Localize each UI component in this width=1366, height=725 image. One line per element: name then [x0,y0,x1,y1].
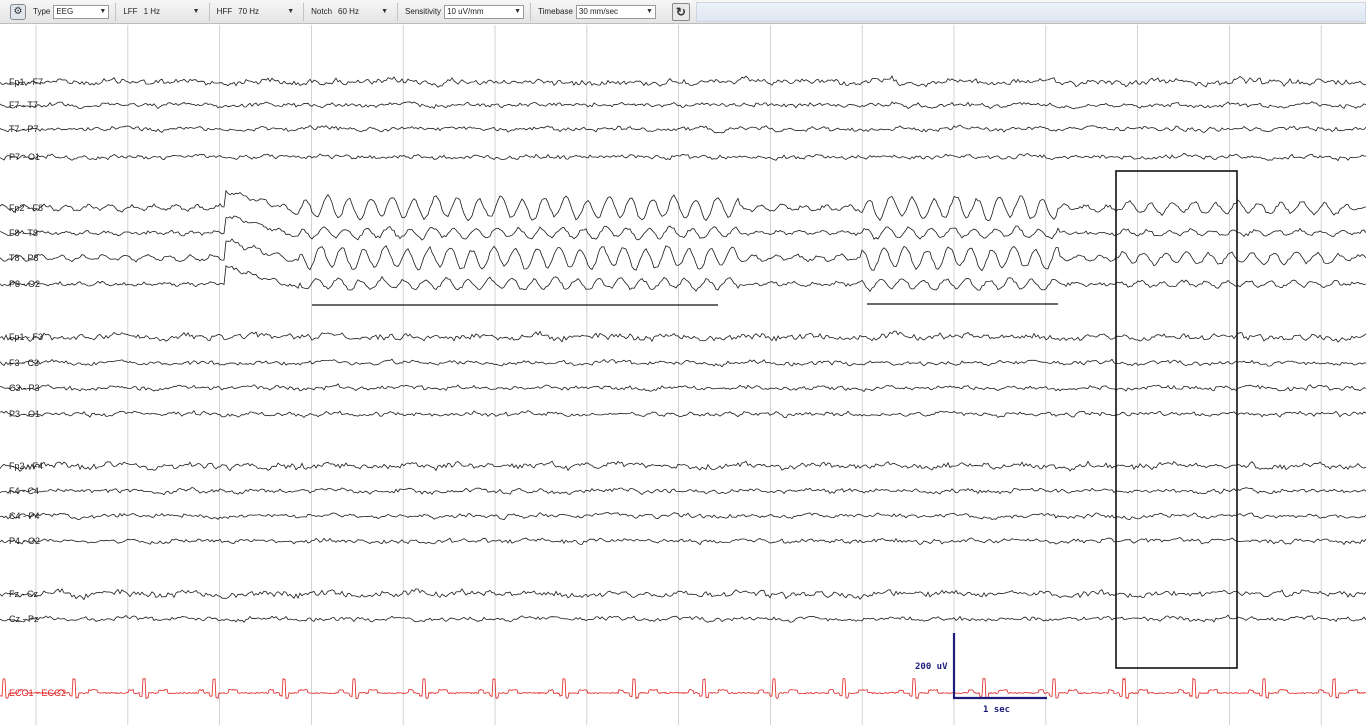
channel-waveform [0,124,1366,134]
type-select[interactable]: EEG ▼ [53,4,110,19]
channel-label: Fz - Cz [9,589,38,599]
notch-label: Notch [311,7,333,16]
channel-label: P7 - O1 [9,152,40,162]
channel-waveform [0,677,1366,700]
calibration-amplitude-label: 200 uV [915,662,948,672]
chevron-down-icon: ▼ [192,8,200,15]
lff-group: LFF 1 Hz ▼ [120,2,210,21]
channel-label: C3 - P3 [9,383,40,393]
channel-label: P4 - O2 [9,536,40,546]
channel-waveform [0,460,1366,472]
notch-group: Notch 60 Hz ▼ [308,2,399,21]
channel-label: F3 - C3 [9,358,39,368]
channel-label: P3 - O1 [9,409,40,419]
channel-waveform [0,238,1366,272]
eeg-trace-panel[interactable]: Fp1 - F7 F7 - T7 T7 - P7 P7 - O1 Fp2 - F8 F8 … [0,25,1366,725]
chevron-down-icon: ▼ [99,8,107,15]
notch-value: 60 Hz [338,7,359,16]
channel-waveform [0,537,1366,546]
channel-label: T8 - P8 [9,253,39,263]
lff-value: 1 Hz [143,7,161,16]
channel-waveform [0,383,1366,392]
channel-label: F7 - T7 [9,100,38,110]
sensitivity-label: Sensitivity [405,7,442,16]
channel-label: F8 - T8 [9,228,38,238]
chevron-down-icon: ▼ [287,8,295,15]
waveforms [0,75,1366,700]
channel-waveform [0,330,1366,343]
chevron-down-icon: ▼ [514,8,522,15]
calibration-time-label: 1 sec [983,705,1010,715]
type-label: Type [33,7,51,16]
sensitivity-value: 10 uV/mm [447,7,484,16]
timebase-select[interactable]: 30 mm/sec ▼ [575,4,656,19]
channel-waveform [0,358,1366,368]
channel-label: Fp1 - F3 [9,332,43,342]
channel-label: P8 - O2 [9,279,40,289]
channel-waveform [0,265,1366,293]
channel-waveform [0,511,1366,521]
channel-waveform [0,588,1366,601]
channel-waveform [0,75,1366,88]
hff-value: 70 Hz [238,7,260,16]
sensitivity-select[interactable]: 10 uV/mm ▼ [444,4,525,19]
channel-waveform [0,614,1366,623]
chevron-down-icon: ▼ [645,8,653,15]
lff-select[interactable]: 1 Hz ▼ [141,5,203,19]
channel-waveform [0,101,1366,110]
lff-label: LFF [123,7,138,16]
type-group: Type EEG ▼ [30,2,117,21]
channel-label: F4 - C4 [9,486,39,496]
hff-label: HFF [216,7,233,16]
channel-label: Fp1 - F7 [9,77,43,87]
channel-waveform [0,215,1366,241]
channel-label: T7 - P7 [9,124,39,134]
chevron-down-icon: ▼ [381,8,389,15]
channel-label: Cz - Pz [9,614,39,624]
channel-label: Fp2 - F8 [9,203,43,213]
channel-label: C4 - P4 [9,511,40,521]
timebase-label: Timebase [538,7,573,16]
toolbar-filler [695,1,1366,22]
sensitivity-group: Sensitivity 10 uV/mm ▼ [402,2,532,21]
timebase-group: Timebase 30 mm/sec ▼ [535,3,662,21]
calibration-marker: 200 uV 1 sec [915,633,1047,715]
channel-label: Fp2 - F4 [9,461,43,471]
toolbar: ⚙ Type EEG ▼ LFF 1 Hz ▼ HFF 70 Hz ▼ Notc… [0,0,1366,24]
channel-waveform [0,189,1366,222]
timebase-value: 30 mm/sec [578,7,619,16]
notch-select[interactable]: 60 Hz ▼ [335,5,391,19]
channel-waveform [0,409,1366,419]
annotation-box [1115,170,1238,669]
gear-icon[interactable]: ⚙ [10,3,26,20]
refresh-icon[interactable]: ↻ [671,2,690,21]
channel-waveform [0,152,1366,162]
hff-select[interactable]: 70 Hz ▼ [235,5,297,19]
channel-waveform [0,486,1366,496]
channel-label: ECG1 - ECG2 [9,688,66,698]
type-value: EEG [56,7,74,16]
hff-group: HFF 70 Hz ▼ [214,2,305,21]
